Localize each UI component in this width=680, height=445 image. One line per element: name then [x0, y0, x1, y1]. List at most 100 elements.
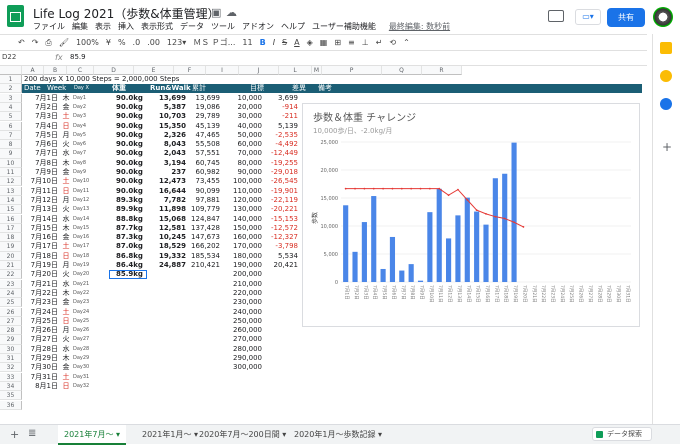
menu-data[interactable]: データ — [180, 21, 204, 32]
goal-cell[interactable]: 160,000 — [222, 233, 262, 242]
dayx-cell[interactable]: Day9 — [73, 168, 99, 177]
dayx-cell[interactable]: Day15 — [73, 224, 99, 233]
weight-cell[interactable] — [109, 317, 147, 326]
steps-cell[interactable]: 10,703 — [148, 112, 186, 121]
column-header[interactable]: M — [312, 66, 322, 75]
weekday-cell[interactable]: 火 — [60, 270, 72, 279]
steps-cell[interactable]: 16,644 — [148, 187, 186, 196]
dayx-cell[interactable]: Day16 — [73, 233, 99, 242]
dayx-cell[interactable]: Day19 — [73, 261, 99, 270]
total-cell[interactable]: 185,534 — [186, 252, 220, 261]
total-cell[interactable]: 73,455 — [186, 177, 221, 186]
explore-button[interactable]: データ探索 — [592, 427, 652, 441]
diff-cell[interactable]: -22,119 — [262, 196, 298, 205]
goal-cell[interactable]: 270,000 — [222, 335, 262, 344]
keep-icon[interactable] — [660, 70, 672, 82]
dayx-cell[interactable]: Day4 — [73, 122, 99, 131]
comment-history-icon[interactable] — [548, 10, 564, 22]
steps-cell[interactable]: 13,699 — [148, 94, 186, 103]
header-note[interactable]: 備考 — [316, 84, 346, 93]
diff-cell[interactable]: -12,449 — [262, 149, 298, 158]
steps-cell[interactable] — [148, 298, 186, 307]
row-header[interactable]: 33 — [0, 372, 22, 382]
row-header[interactable]: 15 — [0, 205, 22, 215]
weekday-cell[interactable]: 水 — [60, 345, 72, 354]
steps-cell[interactable] — [148, 326, 186, 335]
steps-cell[interactable]: 11,898 — [148, 205, 186, 214]
dayx-cell[interactable]: Day24 — [73, 308, 99, 317]
goal-cell[interactable]: 120,000 — [222, 196, 262, 205]
percent-button[interactable]: % — [118, 38, 126, 47]
menu-file[interactable]: ファイル — [33, 21, 65, 32]
diff-cell[interactable]: -19,901 — [262, 187, 298, 196]
row-header[interactable]: 9 — [0, 149, 22, 159]
row-header[interactable]: 26 — [0, 307, 22, 317]
diff-cell[interactable]: -15,153 — [262, 215, 298, 224]
diff-cell[interactable]: -12,327 — [262, 233, 298, 242]
sheet-tab-3[interactable]: 2020年7月〜200日間 ▾ — [193, 425, 292, 445]
weight-cell[interactable] — [109, 289, 147, 298]
weekday-cell[interactable]: 日 — [60, 122, 72, 131]
total-cell[interactable] — [186, 280, 220, 289]
column-header[interactable]: R — [422, 66, 462, 75]
date-cell[interactable]: 7月4日 — [22, 122, 60, 131]
diff-cell[interactable] — [262, 382, 298, 391]
dayx-cell[interactable]: Day18 — [73, 252, 99, 261]
chart[interactable]: 歩数＆体重 チャレンジ 10,000歩/日、-2.0kg/月 歩数 25,000… — [302, 103, 640, 327]
sheet-tab-4[interactable]: 2020年1月〜歩数記録 ▾ — [288, 425, 388, 445]
row-header[interactable]: 10 — [0, 158, 22, 168]
weekday-cell[interactable]: 木 — [60, 224, 72, 233]
row-header[interactable]: 22 — [0, 270, 22, 280]
total-cell[interactable]: 60,982 — [186, 168, 221, 177]
dayx-cell[interactable]: Day25 — [73, 317, 99, 326]
row-header[interactable]: 2 — [0, 84, 22, 94]
weekday-cell[interactable]: 日 — [60, 252, 72, 261]
merge-icon[interactable]: ⊞ — [334, 38, 341, 47]
weight-cell[interactable] — [109, 280, 147, 289]
menu-edit[interactable]: 編集 — [72, 21, 88, 32]
date-cell[interactable]: 7月23日 — [22, 298, 60, 307]
weekday-cell[interactable]: 日 — [60, 187, 72, 196]
wrap-icon[interactable]: ↵ — [376, 38, 383, 47]
diff-cell[interactable] — [262, 298, 298, 307]
diff-cell[interactable]: -19,255 — [262, 159, 298, 168]
dayx-cell[interactable]: Day27 — [73, 335, 99, 344]
weekday-cell[interactable]: 土 — [60, 112, 72, 121]
total-cell[interactable] — [186, 270, 220, 279]
goal-cell[interactable]: 60,000 — [222, 140, 263, 149]
date-cell[interactable]: 7月6日 — [22, 140, 60, 149]
weekday-cell[interactable]: 日 — [60, 382, 72, 391]
weekday-cell[interactable]: 火 — [60, 205, 72, 214]
weekday-cell[interactable]: 土 — [60, 373, 72, 382]
row-header[interactable]: 14 — [0, 195, 22, 206]
add-addon-icon[interactable]: + — [662, 140, 672, 154]
row-header[interactable]: 28 — [0, 326, 22, 336]
weekday-cell[interactable]: 木 — [60, 159, 72, 168]
menu-accessibility[interactable]: ユーザー補助機能 — [312, 21, 376, 32]
diff-cell[interactable]: -914 — [262, 103, 298, 112]
row-header[interactable]: 19 — [0, 242, 22, 252]
header-goal[interactable]: 目標 — [248, 84, 278, 93]
total-cell[interactable]: 166,202 — [186, 242, 220, 251]
date-cell[interactable]: 7月9日 — [22, 168, 60, 177]
steps-cell[interactable] — [148, 317, 186, 326]
date-cell[interactable]: 7月1日 — [22, 94, 60, 103]
total-cell[interactable] — [186, 308, 220, 317]
goal-cell[interactable]: 50,000 — [222, 131, 263, 140]
goal-cell[interactable]: 210,000 — [222, 280, 262, 289]
total-cell[interactable]: 19,086 — [186, 103, 221, 112]
rotate-icon[interactable]: ⟲ — [389, 38, 396, 47]
row-header[interactable]: 23 — [0, 279, 22, 289]
total-cell[interactable] — [186, 335, 220, 344]
goal-cell[interactable]: 170,000 — [222, 242, 262, 251]
date-cell[interactable]: 7月30日 — [22, 363, 60, 372]
column-header[interactable]: D — [94, 66, 134, 75]
date-cell[interactable]: 7月18日 — [22, 252, 60, 261]
weekday-cell[interactable]: 土 — [60, 177, 72, 186]
number-format-select[interactable]: 123▾ — [167, 38, 186, 47]
dayx-cell[interactable]: Day21 — [73, 280, 99, 289]
steps-cell[interactable]: 7,782 — [148, 196, 186, 205]
weight-cell[interactable]: 90.0kg — [109, 94, 147, 103]
weight-cell[interactable]: 90.0kg — [109, 187, 147, 196]
total-cell[interactable]: 147,673 — [186, 233, 220, 242]
